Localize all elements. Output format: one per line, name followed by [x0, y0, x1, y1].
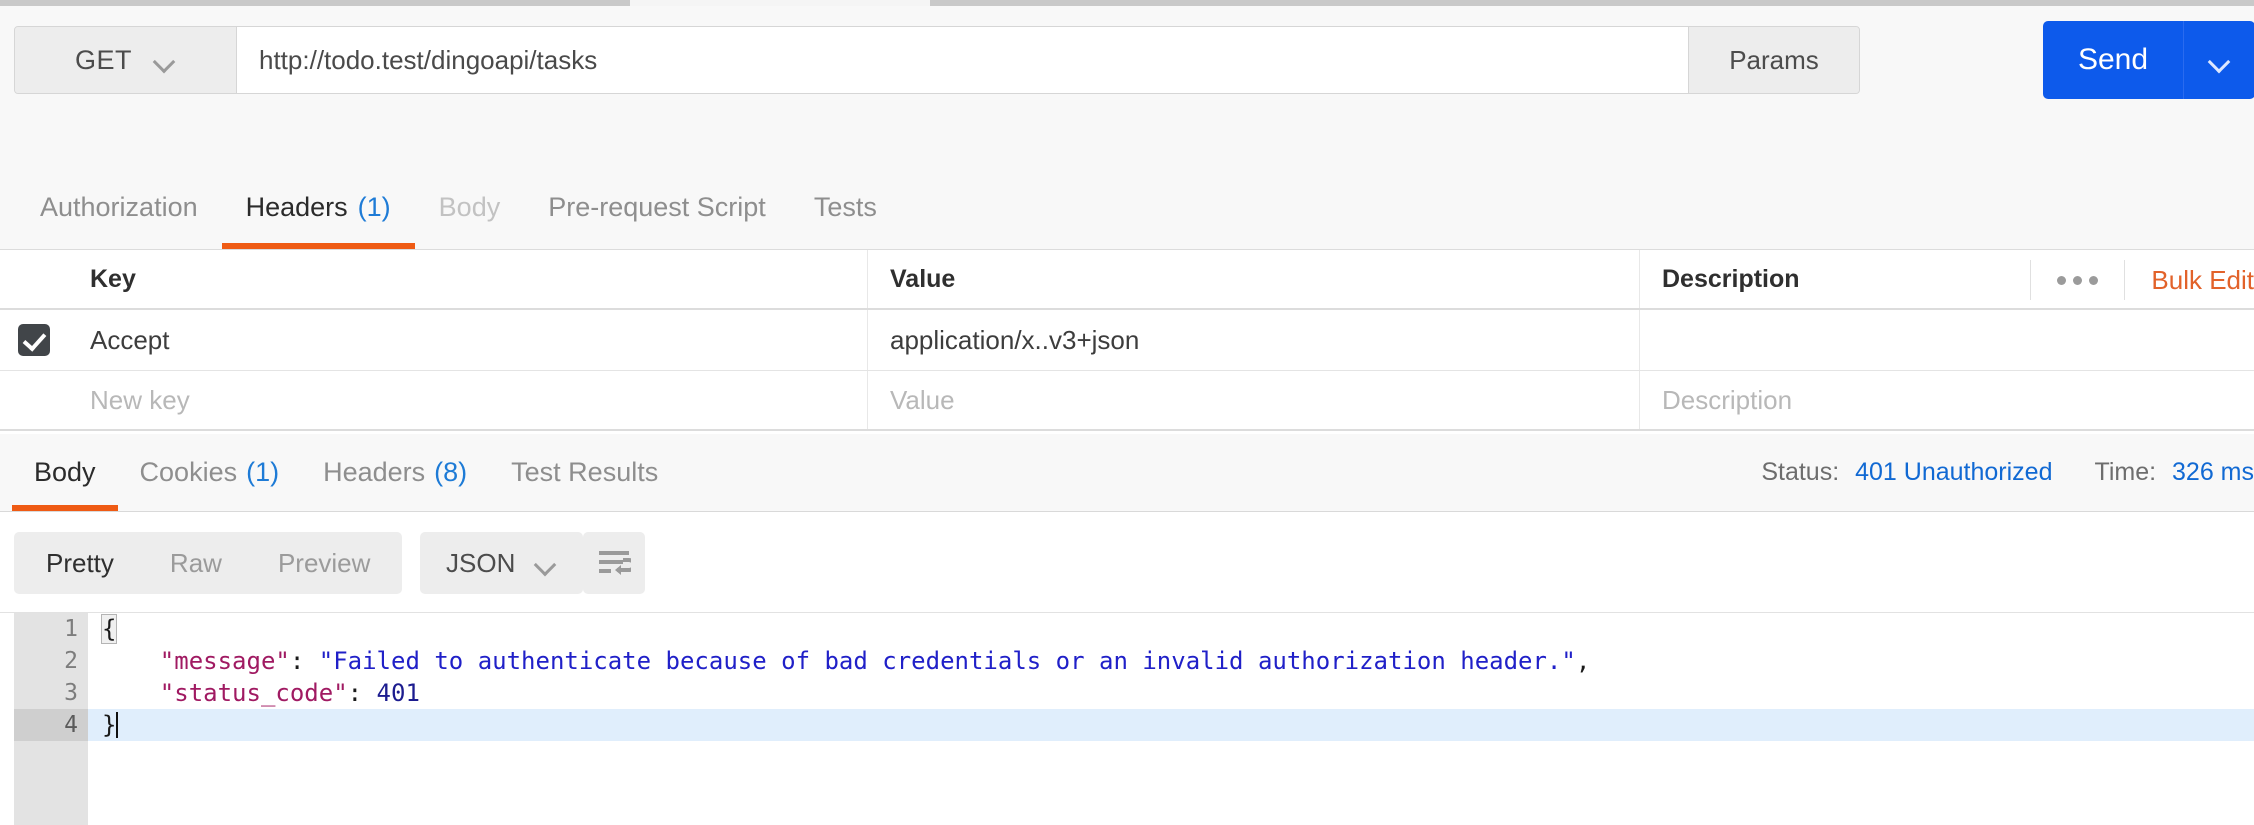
tab-tests-label: Tests [813, 191, 877, 222]
new-row-checkbox-cell [0, 371, 68, 429]
response-tab-row: Body Cookies (1) Headers (8) Test Result… [0, 434, 680, 511]
header-enabled-checkbox[interactable] [18, 324, 50, 356]
response-tab-cookies-label: Cookies [139, 457, 238, 487]
tab-headers-count: (1) [357, 191, 391, 222]
response-tab-test-results-label: Test Results [511, 457, 659, 487]
response-meta: Status: 401 Unauthorized Time: 326 ms [1761, 434, 2254, 511]
code-line-1: { [88, 613, 2254, 645]
view-mode-raw[interactable]: Raw [142, 532, 250, 594]
headers-table: Key Value Description Bulk Edit Accept a… [0, 250, 2254, 431]
code-token: "message" [159, 647, 290, 675]
line-number[interactable]: 1 [14, 613, 88, 645]
request-url-input[interactable]: http://todo.test/dingoapi/tasks [237, 27, 1688, 93]
response-tab-test-results[interactable]: Test Results [489, 434, 680, 511]
tab-pre-request-script-label: Pre-request Script [548, 191, 766, 222]
column-header-value: Value [868, 250, 1640, 308]
tab-authorization-label: Authorization [40, 191, 198, 222]
tab-body[interactable]: Body [415, 165, 525, 249]
table-row-new[interactable]: New key Value Description [0, 371, 2254, 431]
ellipsis-icon[interactable] [2030, 260, 2124, 300]
code-token: : [347, 679, 377, 707]
code-token: 401 [376, 679, 420, 707]
bulk-edit-button[interactable]: Bulk Edit [2124, 260, 2254, 300]
status-label: Status: [1761, 458, 1840, 486]
send-options-button[interactable] [2183, 21, 2254, 99]
headers-table-header-row: Key Value Description Bulk Edit [0, 250, 2254, 310]
header-value-cell[interactable]: application/x..v3+json [868, 310, 1640, 370]
line-number: 4 [14, 709, 88, 741]
word-wrap-icon [599, 551, 631, 575]
code-line-4: } [88, 709, 2254, 741]
response-tab-cookies-count: (1) [246, 457, 280, 487]
time-badge: Time: 326 ms [2094, 458, 2254, 487]
response-tab-cookies[interactable]: Cookies (1) [118, 434, 302, 511]
response-tab-body[interactable]: Body [12, 434, 118, 511]
headers-table-actions: Bulk Edit [2030, 250, 2254, 310]
code-line-3: "status_code": 401 [88, 677, 2254, 709]
response-format-select[interactable]: JSON [420, 532, 584, 594]
new-value-input[interactable]: Value [868, 371, 1640, 429]
new-key-input[interactable]: New key [68, 371, 868, 429]
http-method-label: GET [74, 44, 132, 75]
time-label: Time: [2094, 458, 2157, 486]
request-tab-row: Authorization Headers (1) Body Pre-reque… [0, 165, 901, 249]
code-token: : [289, 647, 319, 675]
header-key-cell[interactable]: Accept [68, 310, 868, 370]
url-input-group: GET http://todo.test/dingoapi/tasks Para… [14, 26, 1860, 94]
view-mode-preview[interactable]: Preview [250, 532, 398, 594]
response-tab-body-label: Body [34, 457, 96, 487]
chevron-down-icon [2209, 54, 2231, 67]
tab-headers-label: Headers [245, 191, 348, 222]
header-select-all-cell [0, 250, 68, 308]
table-row[interactable]: Accept application/x..v3+json [0, 310, 2254, 371]
response-format-label: JSON [446, 547, 516, 578]
line-number: 3 [64, 680, 78, 706]
chevron-down-icon [535, 557, 557, 570]
response-body-code-viewer[interactable]: 1 2 3 4 { "message": "Failed to authenti… [0, 612, 2254, 825]
header-description-cell[interactable] [1640, 310, 2254, 370]
word-wrap-button[interactable] [583, 532, 645, 594]
status-value[interactable]: 401 Unauthorized [1855, 458, 2052, 486]
chevron-down-icon [154, 54, 176, 67]
send-button-group: Send [2043, 21, 2254, 99]
line-number: 2 [64, 648, 78, 674]
postman-request-response-view: GET http://todo.test/dingoapi/tasks Para… [0, 0, 2254, 825]
code-token: "status_code" [159, 679, 348, 707]
tab-body-label: Body [438, 191, 501, 222]
status-badge: Status: 401 Unauthorized [1761, 458, 2052, 487]
tab-pre-request-script[interactable]: Pre-request Script [524, 165, 790, 249]
request-url-bar: GET http://todo.test/dingoapi/tasks Para… [0, 6, 2254, 120]
response-tabs-bar: Body Cookies (1) Headers (8) Test Result… [0, 434, 2254, 512]
header-row-checkbox-cell [0, 310, 68, 370]
new-description-input[interactable]: Description [1640, 371, 2254, 429]
tab-tests[interactable]: Tests [790, 165, 901, 249]
code-line-2: "message": "Failed to authenticate becau… [88, 645, 2254, 677]
http-method-select[interactable]: GET [15, 27, 237, 93]
response-tab-headers-count: (8) [434, 457, 468, 487]
line-number-gutter: 1 2 3 4 [14, 613, 88, 825]
response-body-toolbar: Pretty Raw Preview JSON [0, 512, 2254, 618]
request-tabs-bar: Authorization Headers (1) Body Pre-reque… [0, 120, 2254, 250]
send-button[interactable]: Send [2043, 21, 2183, 99]
view-mode-segmented-control: Pretty Raw Preview [14, 532, 403, 594]
view-mode-pretty[interactable]: Pretty [18, 532, 142, 594]
code-token: } [102, 711, 117, 739]
response-tab-headers-label: Headers [323, 457, 426, 487]
code-token: { [100, 614, 118, 644]
time-value[interactable]: 326 ms [2172, 458, 2254, 486]
response-tab-headers[interactable]: Headers (8) [301, 434, 489, 511]
text-cursor [116, 712, 119, 738]
params-button[interactable]: Params [1688, 27, 1859, 93]
tab-headers[interactable]: Headers (1) [221, 165, 415, 249]
tab-authorization[interactable]: Authorization [16, 165, 222, 249]
code-token: "Failed to authenticate because of bad c… [318, 647, 1576, 675]
code-token: , [1575, 647, 1591, 675]
column-header-key: Key [68, 250, 868, 308]
code-lines: { "message": "Failed to authenticate bec… [88, 613, 2254, 825]
